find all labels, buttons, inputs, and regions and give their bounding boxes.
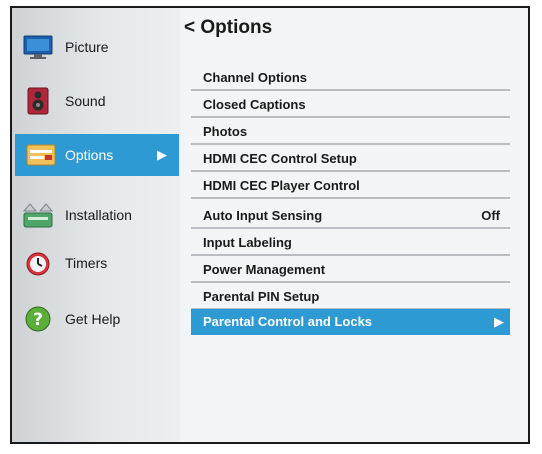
menu-item-label: Channel Options	[203, 70, 307, 85]
menu-item-label: HDMI CEC Player Control	[203, 178, 360, 193]
menu-item-label: Parental PIN Setup	[203, 289, 320, 304]
menu-item-label: HDMI CEC Control Setup	[203, 151, 357, 166]
sidebar-item-installation[interactable]: Installation	[12, 194, 180, 236]
sidebar-item-get-help[interactable]: ? Get Help	[12, 298, 180, 340]
menu-item-auto-input-sensing[interactable]: Auto Input Sensing Off	[191, 203, 510, 229]
menu-item-value: Off	[481, 208, 500, 223]
sidebar-item-options[interactable]: Options ▶	[15, 134, 179, 176]
menu-item-photos[interactable]: Photos	[191, 119, 510, 145]
menu-item-label: Power Management	[203, 262, 326, 277]
sidebar-item-label: Timers	[65, 255, 108, 271]
menu-item-label: Closed Captions	[203, 97, 306, 112]
timer-icon	[22, 248, 54, 278]
sidebar-item-label: Options	[65, 147, 114, 163]
sidebar-item-timers[interactable]: Timers	[12, 242, 180, 284]
options-panel: < Options Channel Options Closed Caption…	[180, 8, 528, 442]
sidebar-item-label: Installation	[65, 207, 132, 223]
back-button[interactable]: <	[184, 17, 195, 38]
svg-text:?: ?	[33, 310, 43, 330]
sidebar-item-sound[interactable]: Sound	[12, 80, 180, 122]
installation-icon	[22, 200, 54, 230]
menu-item-label: Input Labeling	[203, 235, 292, 250]
menu-item-input-labeling[interactable]: Input Labeling	[191, 230, 510, 256]
sidebar-item-label: Picture	[65, 39, 109, 55]
menu-item-label: Parental Control and Locks	[203, 314, 373, 329]
menu-item-channel-options[interactable]: Channel Options	[191, 65, 510, 91]
menu-item-power-management[interactable]: Power Management	[191, 257, 510, 283]
menu-item-hdmi-cec-control-setup[interactable]: HDMI CEC Control Setup	[191, 146, 510, 172]
menu-item-label: Auto Input Sensing	[203, 208, 323, 223]
picture-icon	[22, 32, 54, 62]
menu-item-label: Photos	[203, 124, 248, 139]
sidebar: Picture Sound Options ▶ Installation Tim…	[12, 8, 180, 442]
tv-menu-window: Picture Sound Options ▶ Installation Tim…	[10, 6, 530, 444]
menu-item-parental-pin-setup[interactable]: Parental PIN Setup	[191, 284, 510, 310]
page-title-text: Options	[200, 17, 273, 38]
chevron-right-icon: ▶	[157, 147, 167, 162]
speaker-icon	[22, 86, 54, 116]
help-icon: ?	[22, 304, 54, 334]
menu-item-parental-control-and-locks[interactable]: Parental Control and Locks ▶	[191, 309, 510, 335]
page-title: < Options	[184, 17, 272, 39]
sidebar-item-label: Get Help	[65, 311, 121, 327]
sidebar-item-label: Sound	[65, 93, 106, 109]
options-icon	[25, 140, 57, 170]
chevron-right-icon: ▶	[494, 314, 504, 329]
menu-item-hdmi-cec-player-control[interactable]: HDMI CEC Player Control	[191, 173, 510, 199]
menu-item-closed-captions[interactable]: Closed Captions	[191, 92, 510, 118]
sidebar-item-picture[interactable]: Picture	[12, 26, 180, 68]
